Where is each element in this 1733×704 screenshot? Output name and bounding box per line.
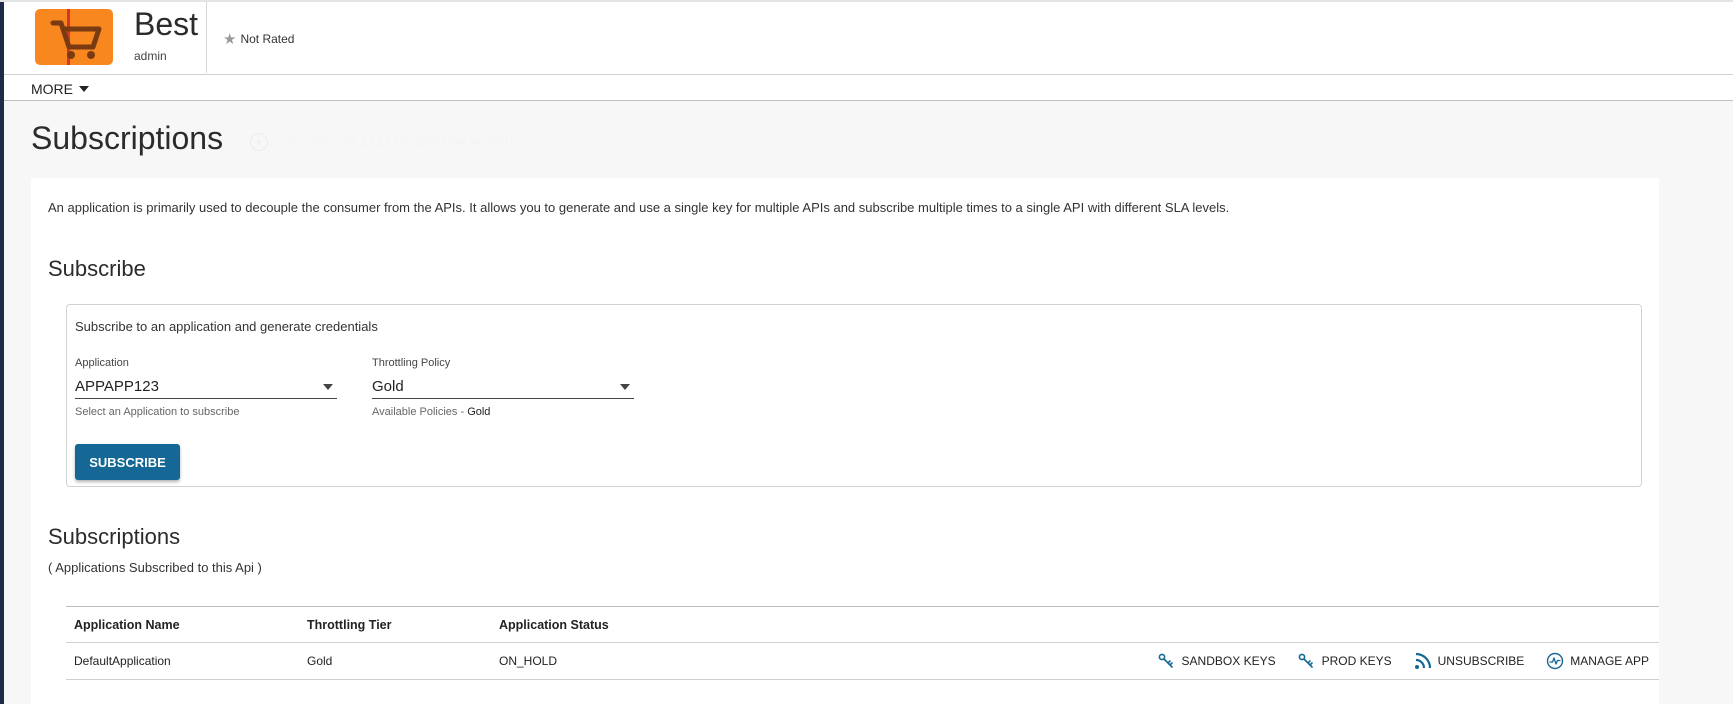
wizard-link[interactable]: + SUBSCRIPTION & KEY GENERATION WIZARD <box>250 133 513 151</box>
more-label: MORE <box>31 81 73 97</box>
cell-tier: Gold <box>307 654 333 668</box>
key-icon <box>1158 653 1173 668</box>
sandbox-keys-button[interactable]: SANDBOX KEYS <box>1158 653 1276 669</box>
application-select[interactable]: APPAPP123 <box>75 375 337 399</box>
subscribe-form-title: Subscribe to an application and generate… <box>75 319 378 334</box>
subscriptions-table: Application Name Throttling Tier Applica… <box>66 606 1659 680</box>
application-label: Application <box>75 357 129 369</box>
caret-down-icon <box>323 384 333 390</box>
application-field: Application APPAPP123 Select an Applicat… <box>75 357 337 418</box>
table-row: DefaultApplication Gold ON_HOLD SANDBOX … <box>66 643 1659 680</box>
subscriptions-heading: Subscriptions <box>48 524 181 549</box>
sandbox-keys-label: SANDBOX KEYS <box>1181 654 1276 668</box>
rating-label: Not Rated <box>240 32 295 46</box>
throttling-helper-prefix: Available Policies - <box>372 406 465 418</box>
manage-app-label: MANAGE APP <box>1570 654 1649 668</box>
cell-app-name: DefaultApplication <box>74 654 171 668</box>
subscriptions-panel: An application is primarily used to deco… <box>31 178 1659 704</box>
table-header: Application Name Throttling Tier Applica… <box>66 606 1659 643</box>
wizard-label: SUBSCRIPTION & KEY GENERATION WIZARD <box>274 136 514 148</box>
api-owner: admin <box>134 49 167 63</box>
header-divider <box>206 2 207 73</box>
api-name: Best <box>134 6 199 42</box>
subscribe-form: Subscribe to an application and generate… <box>66 304 1642 487</box>
star-icon: ★ <box>223 31 237 48</box>
throttling-helper: Available Policies - Gold <box>372 406 634 418</box>
subscribe-heading: Subscribe <box>48 256 146 281</box>
shopping-cart-icon <box>50 20 102 59</box>
plus-circle-icon: + <box>250 133 268 151</box>
activity-icon <box>1547 652 1564 670</box>
application-value: APPAPP123 <box>75 378 159 395</box>
row-actions: SANDBOX KEYS PROD KEYS UNSUBSCRIBE MANAG… <box>1158 652 1649 670</box>
column-header-tier: Throttling Tier <box>307 618 392 632</box>
throttling-label: Throttling Policy <box>372 357 451 369</box>
column-header-status: Application Status <box>499 618 609 632</box>
unsubscribe-button[interactable]: UNSUBSCRIBE <box>1414 652 1525 670</box>
subscribe-button[interactable]: SUBSCRIBE <box>75 444 180 480</box>
cell-status: ON_HOLD <box>499 654 558 668</box>
page-title: Subscriptions <box>31 120 224 156</box>
rating[interactable]: ★ Not Rated <box>223 30 294 48</box>
key-icon <box>1298 653 1313 668</box>
prod-keys-label: PROD KEYS <box>1321 654 1392 668</box>
manage-app-button[interactable]: MANAGE APP <box>1546 652 1649 670</box>
more-menu-button[interactable]: MORE <box>31 81 89 97</box>
caret-down-icon <box>79 86 89 92</box>
intro-text: An application is primarily used to deco… <box>48 200 1230 215</box>
application-helper: Select an Application to subscribe <box>75 406 240 418</box>
caret-down-icon <box>620 384 630 390</box>
subscriptions-subtitle: ( Applications Subscribed to this Api ) <box>48 560 262 575</box>
unsubscribe-label: UNSUBSCRIBE <box>1437 654 1525 668</box>
column-header-app-name: Application Name <box>74 618 180 632</box>
left-accent-bar <box>0 0 4 704</box>
prod-keys-button[interactable]: PROD KEYS <box>1298 653 1392 669</box>
feed-icon <box>1414 652 1431 669</box>
api-header: Best admin ★ Not Rated <box>4 2 1733 75</box>
throttling-select[interactable]: Gold <box>372 375 634 399</box>
throttling-field: Throttling Policy Gold Available Policie… <box>372 357 634 418</box>
api-thumbnail <box>35 9 113 65</box>
throttling-value: Gold <box>372 378 404 395</box>
throttling-helper-value: Gold <box>467 406 491 418</box>
more-bar: MORE <box>4 75 1733 101</box>
